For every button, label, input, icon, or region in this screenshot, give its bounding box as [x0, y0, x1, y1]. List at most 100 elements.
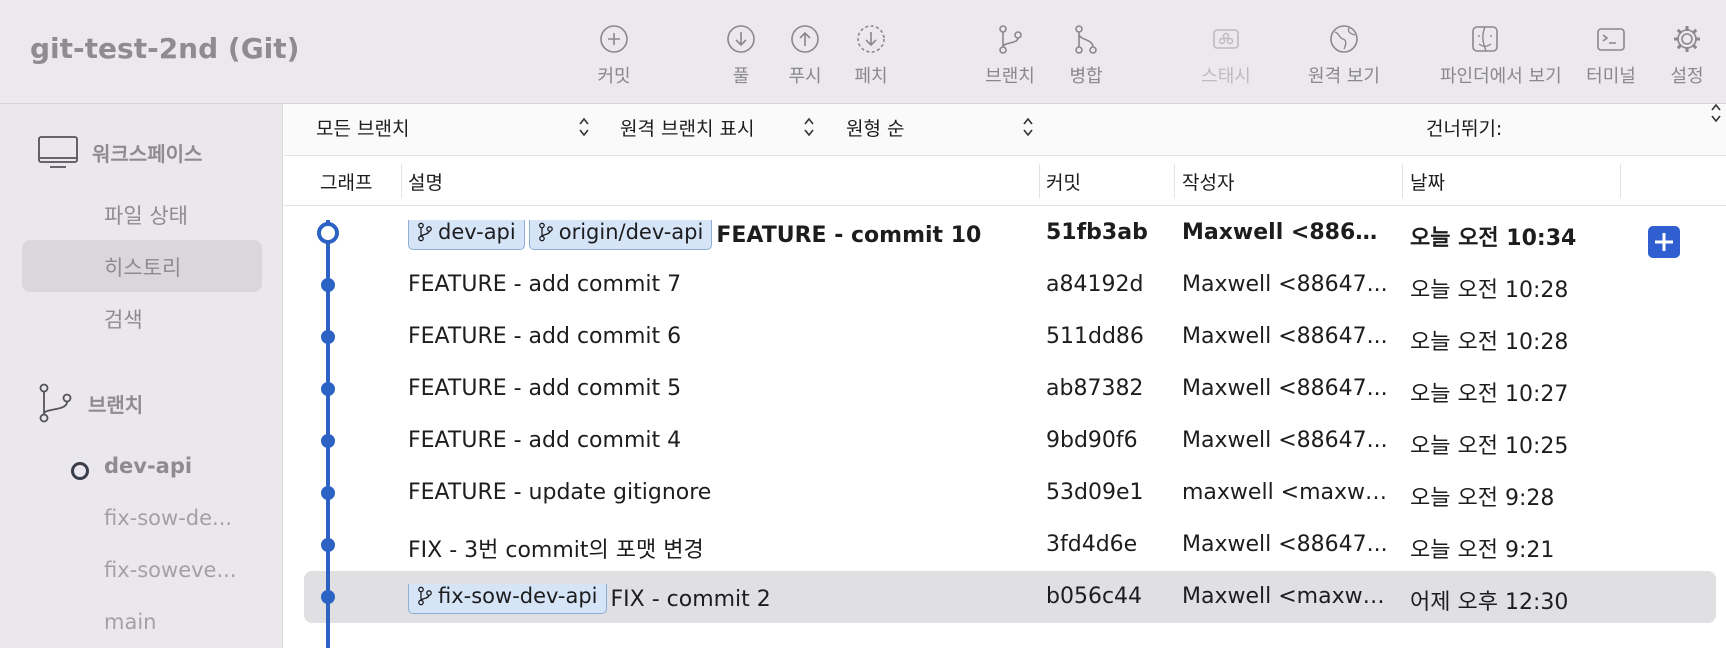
remote-label: 원격 보기	[1308, 66, 1380, 87]
commit-node	[321, 434, 335, 448]
column-date[interactable]: 날짜	[1410, 168, 1445, 195]
branch-tag-label: origin/dev-api	[558, 220, 704, 244]
branch-tag[interactable]: origin/dev-api	[528, 220, 713, 250]
branch-icon	[39, 383, 72, 423]
sidebar-branch[interactable]: main	[104, 610, 254, 634]
commit-message: FEATURE - add commit 4	[408, 428, 682, 453]
sidebar-item-file-status[interactable]: 파일 상태	[104, 200, 188, 230]
commit-node	[321, 382, 335, 396]
commit-hash: 9bd90f6	[1046, 428, 1138, 453]
commit-author: Maxwell <8864...	[1182, 220, 1392, 245]
commit-row[interactable]: dev-api origin/dev-api FEATURE - commit 10…	[284, 207, 1726, 259]
fetch-icon	[857, 25, 885, 53]
stash-label: 스태시	[1201, 66, 1251, 87]
commit-author: Maxwell <88647...	[1182, 376, 1388, 401]
stash-icon	[1213, 29, 1239, 49]
commit-date: 오늘 오전 9:28	[1410, 486, 1555, 511]
branch-icon	[418, 586, 432, 606]
commit-message: FEATURE - commit 10	[716, 222, 982, 248]
column-description[interactable]: 설명	[408, 168, 443, 195]
sidebar-item-history[interactable]: 히스토리	[104, 252, 181, 282]
commit-row[interactable]: FEATURE - add commit 4 9bd90f6 Maxwell <88…	[284, 415, 1726, 467]
merge-button[interactable]: 병합	[1044, 22, 1128, 98]
merge-label: 병합	[1069, 66, 1103, 87]
terminal-button[interactable]: 터미널	[1569, 22, 1653, 98]
gear-icon	[1674, 26, 1700, 52]
chevron-updown-icon	[1023, 117, 1033, 137]
commit-node	[321, 330, 335, 344]
commit-node	[321, 590, 335, 604]
sidebar: 워크스페이스 파일 상태 히스토리 검색 브랜치 dev-api fix-sow…	[0, 104, 283, 648]
branch-filter-select[interactable]: 모든 브랜치	[316, 114, 409, 141]
commit-hash: b056c44	[1046, 584, 1143, 609]
branch-icon	[999, 25, 1022, 54]
sidebar-item-search[interactable]: 검색	[104, 304, 143, 334]
toolbar: git-test-2nd (Git) 커밋 풀 푸시 페치 브랜치 병합 스태시…	[0, 0, 1726, 104]
commit-row[interactable]: FEATURE - add commit 7 a84192d Maxwell <88…	[284, 259, 1726, 311]
commit-hash: ab87382	[1046, 376, 1144, 401]
order-select[interactable]: 원형 순	[846, 114, 904, 141]
branch-tag-label: dev-api	[438, 220, 516, 244]
column-divider	[1402, 164, 1403, 198]
terminal-label: 터미널	[1586, 66, 1636, 87]
workspace-header: 워크스페이스	[36, 134, 202, 170]
commit-author: Maxwell <88647...	[1182, 324, 1388, 349]
commit-author: Maxwell <maxwe...	[1182, 584, 1392, 609]
arrow-down-circle-icon	[727, 25, 755, 53]
commit-graph	[317, 220, 339, 648]
jump-to-select[interactable]: 건너뛰기:	[1426, 114, 1502, 141]
commit-button[interactable]: 커밋	[572, 22, 656, 98]
column-author[interactable]: 작성자	[1182, 168, 1234, 195]
sidebar-branch[interactable]: fix-soweve...	[104, 558, 254, 582]
commit-author: Maxwell <88647...	[1182, 428, 1388, 453]
commit-date: 오늘 오전 10:28	[1410, 330, 1569, 355]
remote-button[interactable]: 원격 보기	[1302, 22, 1386, 98]
commit-date: 어제 오후 12:30	[1410, 590, 1569, 615]
commit-description: FEATURE - add commit 4	[408, 428, 1028, 453]
sidebar-branch[interactable]: dev-api	[104, 454, 254, 478]
commit-hash: 3fd4d6e	[1046, 532, 1138, 557]
commit-row[interactable]: FEATURE - add commit 5 ab87382 Maxwell <88…	[284, 363, 1726, 415]
chevron-updown-icon	[1711, 103, 1721, 123]
plus-circle-icon	[600, 25, 628, 53]
column-graph[interactable]: 그래프	[320, 168, 372, 195]
stash-button[interactable]: 스태시	[1184, 22, 1268, 98]
commit-list: dev-api origin/dev-api FEATURE - commit 10…	[284, 207, 1726, 648]
monitor-icon	[38, 136, 78, 168]
branch-tag[interactable]: dev-api	[408, 220, 525, 250]
commit-row[interactable]: fix-sow-dev-api FIX - commit 2 b056c44 Maxw…	[284, 571, 1726, 623]
commit-date: 오늘 오전 9:21	[1410, 538, 1555, 563]
commit-message: FEATURE - add commit 6	[408, 324, 682, 349]
commit-message: FEATURE - update gitignore	[408, 480, 712, 505]
chevron-updown-icon	[804, 117, 814, 137]
column-commit[interactable]: 커밋	[1046, 168, 1081, 195]
commit-author: Maxwell <88647...	[1182, 272, 1388, 297]
commit-node	[321, 538, 335, 552]
commit-row[interactable]: FIX - 3번 commit의 포맷 변경 3fd4d6e Maxwell <88…	[284, 519, 1726, 571]
finder-label: 파인더에서 보기	[1440, 66, 1562, 87]
remote-filter-select[interactable]: 원격 브랜치 표시	[620, 114, 754, 141]
chevron-updown-icon	[579, 117, 589, 137]
globe-icon	[1330, 25, 1358, 53]
commit-description: FEATURE - add commit 6	[408, 324, 1028, 349]
commit-message: FEATURE - add commit 7	[408, 272, 682, 297]
branch-tag[interactable]: fix-sow-dev-api	[408, 584, 607, 614]
commit-row[interactable]: FEATURE - add commit 6 511dd86 Maxwell <88…	[284, 311, 1726, 363]
column-divider	[1174, 164, 1175, 198]
workspace-label: 워크스페이스	[92, 141, 203, 166]
commit-description: FEATURE - add commit 5	[408, 376, 1028, 401]
branch-button[interactable]: 브랜치	[968, 22, 1052, 98]
commit-node	[317, 222, 339, 244]
add-button[interactable]	[1648, 226, 1680, 258]
finder-button[interactable]: 파인더에서 보기	[1440, 22, 1562, 98]
fetch-label: 페치	[854, 66, 888, 87]
commit-node	[321, 486, 335, 500]
column-header: 그래프 설명 커밋 작성자 날짜	[284, 156, 1726, 206]
sidebar-branch[interactable]: fix-sow-de...	[104, 506, 254, 530]
merge-icon	[1075, 25, 1097, 54]
settings-button[interactable]: 설정	[1645, 22, 1726, 98]
commit-row[interactable]: FEATURE - update gitignore 53d09e1 maxwell…	[284, 467, 1726, 519]
commit-description: FIX - 3번 commit의 포맷 변경	[408, 532, 1028, 564]
commit-date: 오늘 오전 10:28	[1410, 278, 1569, 303]
fetch-button[interactable]: 페치	[829, 22, 913, 98]
